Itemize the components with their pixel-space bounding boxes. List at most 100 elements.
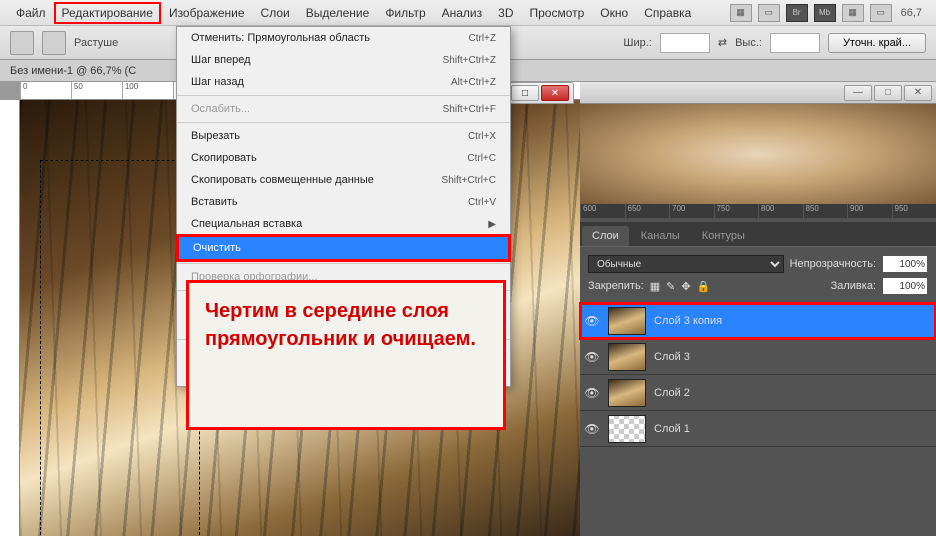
width-input[interactable] bbox=[660, 33, 710, 53]
menu-edit[interactable]: Редактирование bbox=[54, 2, 161, 24]
panel-maximize-icon[interactable]: □ bbox=[874, 85, 902, 101]
menubar: Файл Редактирование Изображение Слои Выд… bbox=[0, 0, 936, 26]
menu-item[interactable]: Скопировать совмещенные данныеShift+Ctrl… bbox=[177, 169, 510, 191]
lock-label: Закрепить: bbox=[588, 280, 644, 292]
layer-thumbnail[interactable] bbox=[608, 379, 646, 407]
fill-input[interactable] bbox=[882, 277, 928, 295]
layer-thumbnail[interactable] bbox=[608, 343, 646, 371]
screen-mode-icon[interactable]: ▭ bbox=[758, 4, 780, 22]
layer-name[interactable]: Слой 3 bbox=[654, 351, 690, 363]
menu-view[interactable]: Просмотр bbox=[521, 2, 592, 24]
menu-item-shortcut: Shift+Ctrl+F bbox=[443, 104, 496, 115]
menu-item-label: Скопировать bbox=[191, 152, 467, 164]
menu-item-label: Вырезать bbox=[191, 130, 468, 142]
menu-item-label: Шаг назад bbox=[191, 76, 451, 88]
layer-name[interactable]: Слой 2 bbox=[654, 387, 690, 399]
close-icon[interactable]: ✕ bbox=[541, 85, 569, 101]
menu-item[interactable]: Шаг назадAlt+Ctrl+Z bbox=[177, 71, 510, 93]
menu-item-label: Отменить: Прямоугольная область bbox=[191, 32, 469, 44]
menu-item-shortcut: ▶ bbox=[488, 219, 496, 230]
menu-item-label: Ослабить... bbox=[191, 103, 443, 115]
layer-thumbnail[interactable] bbox=[608, 307, 646, 335]
menu-item[interactable]: Специальная вставка▶ bbox=[177, 213, 510, 235]
height-label: Выс.: bbox=[735, 37, 762, 49]
menu-item[interactable]: СкопироватьCtrl+C bbox=[177, 147, 510, 169]
tab-channels[interactable]: Каналы bbox=[631, 226, 690, 246]
ruler-vertical bbox=[0, 100, 20, 536]
opacity-label: Непрозрачность: bbox=[790, 258, 876, 270]
menu-item-label: Шаг вперед bbox=[191, 54, 443, 66]
layer-row[interactable]: 👁 Слой 3 копия bbox=[580, 303, 936, 339]
menu-item-shortcut: Ctrl+Z bbox=[469, 33, 497, 44]
menu-select[interactable]: Выделение bbox=[298, 2, 378, 24]
menu-item-shortcut: Alt+Ctrl+Z bbox=[451, 77, 496, 88]
layer-row[interactable]: 👁 Слой 1 bbox=[580, 411, 936, 447]
menu-item-label: Скопировать совмещенные данные bbox=[191, 174, 442, 186]
lock-all-icon[interactable]: 🔒 bbox=[697, 280, 711, 293]
right-panel: — □ ✕ 600650700750800850900950 Слои Кана… bbox=[580, 82, 936, 536]
menu-item-shortcut: Ctrl+V bbox=[468, 197, 496, 208]
layer-row[interactable]: 👁 Слой 3 bbox=[580, 339, 936, 375]
menu-item[interactable]: Шаг впередShift+Ctrl+Z bbox=[177, 49, 510, 71]
panel-window-controls: — □ ✕ bbox=[580, 82, 936, 104]
menu-window[interactable]: Окно bbox=[592, 2, 636, 24]
menu-item-shortcut: Ctrl+C bbox=[467, 153, 496, 164]
layer-name[interactable]: Слой 1 bbox=[654, 423, 690, 435]
menu-3d[interactable]: 3D bbox=[490, 2, 521, 24]
navigator-ruler: 600650700750800850900950 bbox=[580, 204, 936, 218]
menu-item-label: Вставить bbox=[191, 196, 468, 208]
tab-layers[interactable]: Слои bbox=[582, 226, 629, 246]
bridge-icon[interactable]: Br bbox=[786, 4, 808, 22]
lock-transparency-icon[interactable]: ▦ bbox=[650, 280, 660, 293]
visibility-icon[interactable]: 👁 bbox=[584, 314, 600, 328]
menu-item-shortcut: Shift+Ctrl+Z bbox=[443, 55, 496, 66]
layer-row[interactable]: 👁 Слой 2 bbox=[580, 375, 936, 411]
opacity-input[interactable] bbox=[882, 255, 928, 273]
menu-analysis[interactable]: Анализ bbox=[434, 2, 491, 24]
layer-thumbnail[interactable] bbox=[608, 415, 646, 443]
blend-mode-select[interactable]: Обычные bbox=[588, 255, 784, 273]
menu-item-label: Очистить bbox=[193, 242, 494, 254]
maximize-icon[interactable]: □ bbox=[511, 85, 539, 101]
menu-item[interactable]: ВставитьCtrl+V bbox=[177, 191, 510, 213]
menu-image[interactable]: Изображение bbox=[161, 2, 253, 24]
panel-minimize-icon[interactable]: — bbox=[844, 85, 872, 101]
menu-layers[interactable]: Слои bbox=[253, 2, 298, 24]
navigator-preview[interactable] bbox=[580, 104, 936, 204]
menu-item-shortcut: Ctrl+X bbox=[468, 131, 496, 142]
swap-icon[interactable]: ⇄ bbox=[718, 36, 727, 49]
panel-close-icon[interactable]: ✕ bbox=[904, 85, 932, 101]
tab-paths[interactable]: Контуры bbox=[692, 226, 755, 246]
panel-toggle-icon[interactable]: ▦ bbox=[730, 4, 752, 22]
lock-pixels-icon[interactable]: ✎ bbox=[666, 280, 675, 293]
fill-label: Заливка: bbox=[831, 280, 876, 292]
layer-name[interactable]: Слой 3 копия bbox=[654, 315, 722, 327]
visibility-icon[interactable]: 👁 bbox=[584, 386, 600, 400]
layers-controls: Обычные Непрозрачность: Закрепить: ▦ ✎ ✥… bbox=[580, 246, 936, 303]
visibility-icon[interactable]: 👁 bbox=[584, 350, 600, 364]
minibridge-icon[interactable]: Mb bbox=[814, 4, 836, 22]
menu-item[interactable]: Очистить bbox=[179, 237, 508, 259]
menu-file[interactable]: Файл bbox=[8, 2, 54, 24]
feather-label: Растуше bbox=[74, 37, 118, 49]
menu-filter[interactable]: Фильтр bbox=[377, 2, 433, 24]
lock-position-icon[interactable]: ✥ bbox=[681, 280, 690, 293]
panel-tabs: Слои Каналы Контуры bbox=[580, 222, 936, 246]
visibility-icon[interactable]: 👁 bbox=[584, 422, 600, 436]
height-input[interactable] bbox=[770, 33, 820, 53]
menu-help[interactable]: Справка bbox=[636, 2, 699, 24]
annotation-box: Чертим в середине слоя прямоугольник и о… bbox=[186, 280, 506, 430]
width-label: Шир.: bbox=[623, 37, 651, 49]
screen-mode2-icon[interactable]: ▭ bbox=[870, 4, 892, 22]
arrange-docs-icon[interactable]: ▦ bbox=[842, 4, 864, 22]
menu-item-shortcut: Shift+Ctrl+C bbox=[442, 175, 496, 186]
zoom-level: 66,7 bbox=[895, 7, 928, 19]
menu-item[interactable]: Отменить: Прямоугольная областьCtrl+Z bbox=[177, 27, 510, 49]
refine-edge-button[interactable]: Уточн. край... bbox=[828, 33, 926, 53]
layers-list: 👁 Слой 3 копия 👁 Слой 3 👁 Слой 2 👁 Слой 1 bbox=[580, 303, 936, 447]
menu-item-label: Специальная вставка bbox=[191, 218, 488, 230]
marquee-tool-icon[interactable] bbox=[10, 31, 34, 55]
menu-item: Ослабить...Shift+Ctrl+F bbox=[177, 98, 510, 120]
menu-item[interactable]: ВырезатьCtrl+X bbox=[177, 125, 510, 147]
selection-mode-icon[interactable] bbox=[42, 31, 66, 55]
